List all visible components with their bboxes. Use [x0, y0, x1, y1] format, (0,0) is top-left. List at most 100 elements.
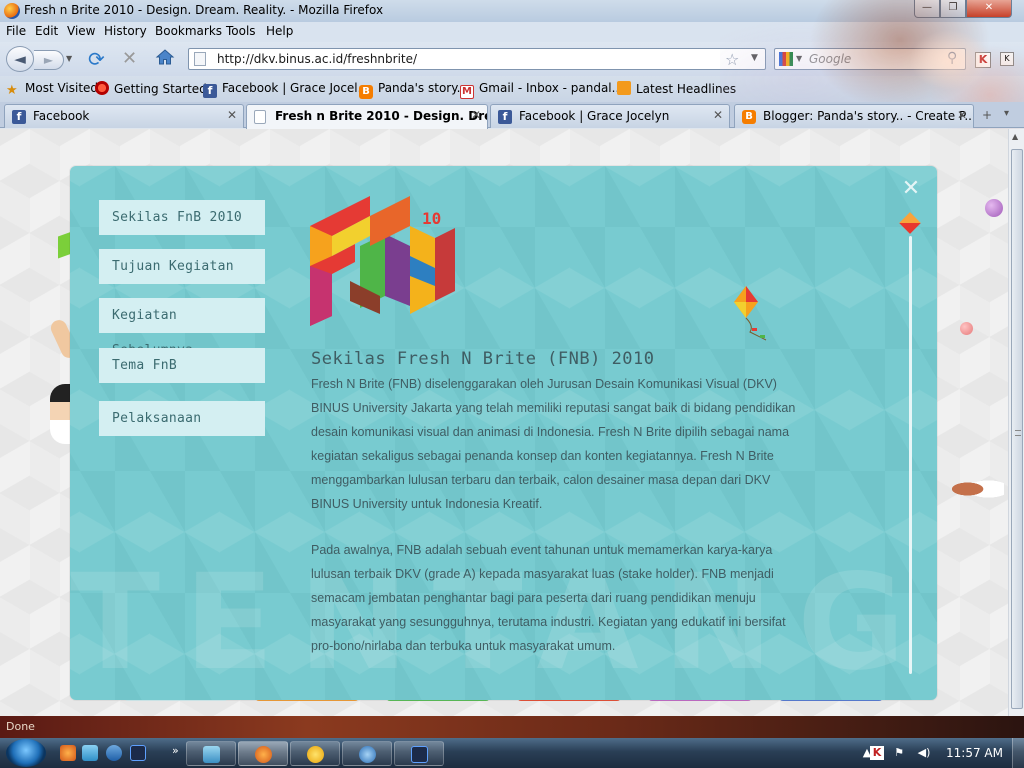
menu-view[interactable]: View	[67, 24, 95, 38]
taskbar-network[interactable]	[186, 741, 236, 766]
bookmark-most-visited[interactable]: ★ Most Visited	[6, 81, 98, 98]
menu-file[interactable]: File	[6, 24, 26, 38]
stop-button[interactable]: ✕	[122, 48, 137, 69]
back-button[interactable]: ◄	[6, 46, 34, 72]
tab-label: Blogger: Panda's story.. - Create P...	[763, 109, 974, 123]
history-dropdown-icon[interactable]: ▼	[66, 54, 72, 63]
start-button[interactable]	[6, 739, 46, 767]
ie-icon	[359, 746, 376, 763]
addon-k-icon[interactable]: K	[975, 52, 991, 68]
rss-icon	[617, 81, 631, 95]
show-desktop-button[interactable]	[1012, 738, 1024, 768]
tab-close-icon[interactable]: ✕	[471, 108, 481, 122]
bookmark-getting-started[interactable]: Getting Started	[95, 81, 207, 96]
page-icon	[254, 110, 266, 124]
scroll-up-icon[interactable]: ▲	[1012, 132, 1018, 141]
volume-icon[interactable]: ◀)	[914, 746, 934, 760]
menu-bookmarks[interactable]: Bookmarks	[155, 24, 222, 38]
bookmark-label: Getting Started	[114, 82, 207, 96]
tab-close-icon[interactable]: ✕	[957, 108, 967, 122]
bookmark-gmail[interactable]: M Gmail - Inbox - pandal...	[460, 81, 623, 99]
reload-button[interactable]: ⟳	[88, 47, 105, 71]
tab-close-icon[interactable]: ✕	[713, 108, 723, 122]
url-dropdown-icon[interactable]: ▼	[751, 53, 758, 63]
bookmark-label: Gmail - Inbox - pandal...	[479, 81, 624, 95]
bookmark-label: Most Visited	[25, 81, 99, 95]
menu-tools[interactable]: Tools	[226, 24, 256, 38]
network-quicklaunch-icon[interactable]	[82, 745, 98, 761]
taskbar-photoshop[interactable]	[394, 741, 444, 766]
ie-quicklaunch-icon[interactable]	[106, 745, 122, 761]
search-icon[interactable]: ⚲	[947, 50, 957, 66]
bookmark-label: Facebook | Grace Jocel...	[222, 81, 370, 95]
addon-k-icon[interactable]: K	[870, 746, 884, 760]
menu-history[interactable]: History	[104, 24, 147, 38]
taskbar-clock[interactable]: 11:57 AM	[946, 746, 1003, 760]
taskbar-ie[interactable]	[342, 741, 392, 766]
bookmark-star-icon[interactable]: ☆	[725, 50, 739, 69]
url-bar[interactable]: http://dkv.binus.ac.id/freshnbrite/ ☆ ▼	[188, 48, 766, 70]
firefox-icon	[255, 746, 272, 763]
bookmark-facebook[interactable]: f Facebook | Grace Jocel...	[203, 81, 369, 98]
blogger-icon: B	[742, 110, 756, 124]
new-tab-icon[interactable]: +	[982, 108, 992, 122]
minimize-button[interactable]: —	[914, 0, 940, 18]
tab-list-icon[interactable]: ▾	[1004, 108, 1009, 119]
bookmark-label: Latest Headlines	[636, 82, 737, 96]
tab-close-icon[interactable]: ✕	[227, 108, 237, 122]
home-icon[interactable]	[155, 47, 175, 67]
url-input[interactable]: http://dkv.binus.ac.id/freshnbrite/	[217, 52, 417, 66]
tab-facebook-grace[interactable]: f Facebook | Grace Jocelyn ✕	[490, 104, 730, 128]
nav-tema-fnb[interactable]: Tema FnB	[99, 348, 265, 383]
nav-sekilas-fnb[interactable]: Sekilas FnB 2010	[99, 200, 265, 235]
photoshop-quicklaunch-icon[interactable]	[130, 745, 146, 761]
facebook-icon: f	[498, 110, 512, 124]
firefox-icon	[95, 81, 109, 95]
gmail-icon: M	[460, 85, 474, 99]
scrollbar-thumb[interactable]	[1011, 149, 1023, 709]
close-window-button[interactable]: ✕	[966, 0, 1012, 18]
addon-k-small-icon[interactable]: K	[1000, 52, 1014, 66]
bookmarks-toolbar: ★ Most Visited Getting Started f Facebook …	[0, 76, 1024, 102]
tab-blogger[interactable]: B Blogger: Panda's story.. - Create P...…	[734, 104, 974, 128]
vertical-scrollbar[interactable]: ▲	[1008, 129, 1024, 716]
bookmark-latest-headlines[interactable]: Latest Headlines	[617, 81, 736, 96]
close-icon[interactable]: ✕	[900, 178, 922, 200]
content-scrollbar[interactable]	[909, 236, 912, 674]
menu-help[interactable]: Help	[266, 24, 293, 38]
tab-label: Facebook	[33, 109, 90, 123]
maximize-button[interactable]: ❐	[940, 0, 966, 18]
quicklaunch-more-icon[interactable]: »	[172, 744, 179, 757]
search-engine-dropdown-icon[interactable]: ▼	[796, 54, 802, 63]
action-center-flag-icon[interactable]: ⚑	[892, 746, 906, 760]
tab-bar: f Facebook ✕ Fresh n Brite 2010 - Design…	[0, 102, 1024, 129]
decorative-ball	[985, 199, 1003, 217]
nav-pelaksanaan[interactable]: Pelaksanaan	[99, 401, 265, 436]
decorative-hand	[952, 474, 1004, 504]
menu-edit[interactable]: Edit	[35, 24, 58, 38]
tab-label: Facebook | Grace Jocelyn	[519, 109, 670, 123]
smiley-icon	[307, 746, 324, 763]
forward-button[interactable]: ►	[34, 50, 64, 70]
info-panel: TENTANG FNB Sekilas FnB 2010 Tujuan Kegi…	[70, 166, 937, 700]
blogger-icon: B	[359, 85, 373, 99]
firefox-quicklaunch-icon[interactable]	[60, 745, 76, 761]
status-text: Done	[6, 720, 35, 733]
tab-label: Fresh n Brite 2010 - Design. Dre...	[275, 109, 488, 123]
most-visited-icon: ★	[6, 83, 18, 98]
bookmark-pandas-story[interactable]: B Panda's story..	[359, 81, 464, 99]
taskbar-messenger[interactable]	[290, 741, 340, 766]
nav-kegiatan-sebelumnya[interactable]: Kegiatan Sebelumnya	[99, 298, 265, 358]
tab-fresh-n-brite[interactable]: Fresh n Brite 2010 - Design. Dre... ✕	[246, 104, 488, 129]
taskbar-firefox[interactable]	[238, 741, 288, 766]
search-input[interactable]: Google	[809, 52, 851, 66]
google-icon[interactable]	[779, 52, 793, 66]
facebook-icon: f	[203, 84, 217, 98]
scroll-handle[interactable]	[899, 212, 921, 234]
search-bar[interactable]: ▼ Google ⚲	[774, 48, 966, 70]
svg-text:10: 10	[422, 209, 441, 228]
photoshop-icon	[411, 746, 428, 763]
nav-tujuan-kegiatan[interactable]: Tujuan Kegiatan	[99, 249, 265, 284]
tab-facebook[interactable]: f Facebook ✕	[4, 104, 244, 128]
facebook-icon: f	[12, 110, 26, 124]
